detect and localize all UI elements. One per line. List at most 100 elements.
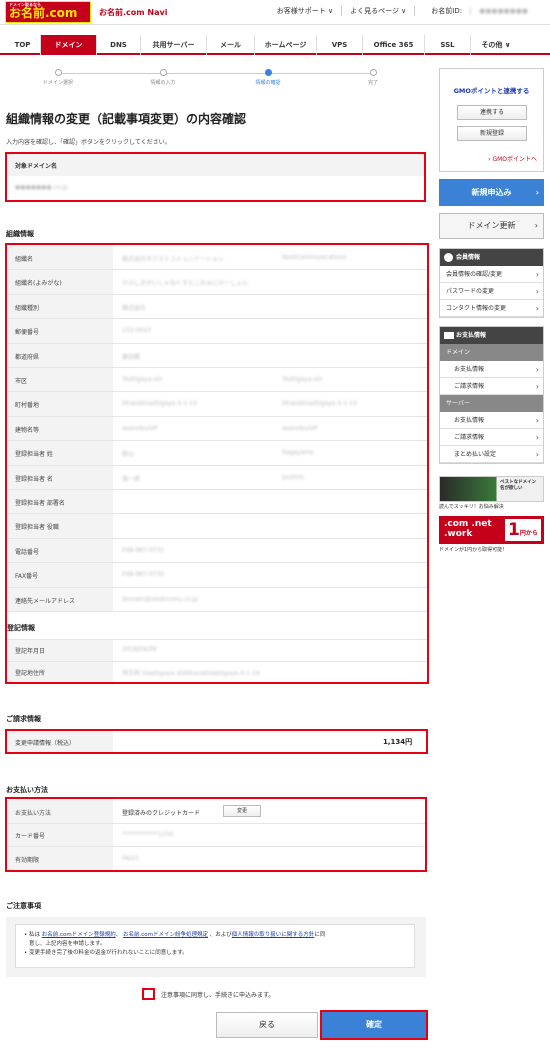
notes-content: • 私は お名前.comドメイン登録規約、 お名前.comドメイン紛争処理規定 … (15, 924, 415, 968)
user-icon (444, 253, 453, 262)
note-text: 私は (29, 932, 41, 938)
nav-vps[interactable]: VPS (317, 35, 363, 55)
notes-heading: ご注意事項 (6, 902, 41, 910)
billing-heading: ご請求情報 (6, 715, 41, 723)
gmo-link-button[interactable]: 連携する (457, 105, 527, 120)
nav-domain[interactable]: ドメイン (41, 35, 97, 55)
payment-head-label: お支払情報 (456, 332, 487, 339)
id-label: お名前ID: (431, 7, 463, 15)
billing-label: 変更申請情報（税込） (15, 740, 76, 747)
onamae-logo[interactable]: ドメイン取るなら お名前.com (5, 1, 91, 23)
expiry-value: 06/21 (122, 855, 140, 862)
note-text: 変更手続き完了後の料金の返金が行われないことに同意します。 (29, 950, 188, 956)
step-dot (264, 69, 272, 76)
nav-top[interactable]: TOP (5, 35, 41, 55)
nav-office365[interactable]: Office 365 (363, 35, 425, 55)
page-subtitle: 入力内容を確認し、「確認」ボタンをクリックしてください。 (6, 139, 171, 146)
card-number-value: ************1234 (122, 831, 174, 838)
step-dot (369, 69, 377, 76)
navi-title: お名前.com Navi (99, 8, 168, 17)
org-field-label: 電話番号 (15, 548, 40, 556)
step-label: 完了 (367, 80, 378, 86)
domain-renew-button[interactable]: ドメイン更新 › (439, 213, 544, 239)
org-field-label: 都道府県 (15, 353, 40, 361)
org-field-value: Hiranishiashigaya 4-1-14 (122, 400, 197, 408)
nav-homepage[interactable]: ホームページ (255, 35, 317, 55)
server-billing-info[interactable]: ご請求情報 (440, 429, 543, 446)
org-field-label: 登録担当者 名 (15, 475, 53, 483)
org-field-value-en: yoshiro (282, 473, 304, 481)
row-divider (7, 489, 427, 490)
domain-guide-banner[interactable]: ベストなドメイン名が欲しい (439, 476, 544, 502)
domain-payment-info[interactable]: お支払情報 (440, 361, 543, 378)
privacy-policy-link[interactable]: 個人情報の取り扱いに関する方針 (232, 932, 315, 938)
org-field-value: 東京都 (122, 353, 141, 361)
banner1-caption: 読んでスッキリ！お悩み解決 (439, 504, 504, 510)
note-terms-cont: 意し、上記内容を申請します。 (29, 941, 106, 947)
agree-checkbox[interactable] (142, 988, 155, 1000)
banner2-price: 1 (508, 520, 520, 540)
member-item-profile[interactable]: 会員情報の確認/変更 (440, 266, 543, 283)
step-1: ドメイン選択 (28, 67, 88, 86)
nav-shared-server[interactable]: 共用サーバー (141, 35, 207, 55)
gmo-point-link[interactable]: › GMOポイントへ (488, 154, 537, 163)
change-payment-button[interactable]: 変更 (223, 805, 261, 817)
card-number-label: カード番号 (15, 833, 46, 840)
org-field-label: 町村番地 (15, 402, 40, 410)
account-id: お名前ID: ●●●●●●●● (414, 6, 544, 16)
terms-link[interactable]: お名前.comドメイン登録規約 (42, 932, 116, 938)
payment-method-label: お支払い方法 (15, 810, 52, 817)
new-order-button[interactable]: 新規申込み › (439, 179, 544, 206)
step-dot (159, 69, 167, 76)
banner1-text: ベストなドメイン名が欲しい (500, 480, 537, 491)
org-heading: 組織情報 (6, 230, 34, 238)
nav-mail[interactable]: メール (207, 35, 255, 55)
payment-menu-header: お支払情報 (440, 327, 543, 344)
target-domain-label: 対象ドメイン名 (15, 163, 58, 170)
chevron-right-icon: › (534, 221, 538, 230)
card-icon (444, 332, 454, 339)
reg-field-value: 2018/04/09 (122, 646, 157, 653)
org-field-label: FAX番号 (15, 573, 39, 581)
nav-ssl[interactable]: SSL (425, 35, 471, 55)
org-field-value-en: asanobu/UP (282, 424, 318, 432)
dispute-policy-link[interactable]: お名前.comドメイン紛争処理規定 (123, 932, 208, 938)
org-field-value-en: Sagayama (282, 449, 314, 457)
back-button[interactable]: 戻る (216, 1012, 318, 1038)
gmo-register-button[interactable]: 新規登録 (457, 126, 527, 141)
member-item-contact[interactable]: コンタクト情報の変更 (440, 300, 543, 317)
gmo-point-panel: GMOポイントと連携する 連携する 新規登録 › GMOポイントへ (439, 68, 544, 172)
domain-billing-info[interactable]: ご請求情報 (440, 378, 543, 395)
row-divider (7, 537, 427, 539)
confirm-button[interactable]: 確定 (320, 1010, 428, 1040)
faq-menu[interactable]: よく見るページ ∨ (341, 6, 414, 16)
member-item-password[interactable]: パスワードの変更 (440, 283, 543, 300)
step-2: 情報の入力 (133, 67, 193, 86)
payment-heading: お支払い方法 (6, 786, 48, 794)
org-field-value: 048-967-0732 (122, 571, 165, 579)
support-menu[interactable]: お客様サポート ∨ (269, 6, 341, 16)
org-field-label: 組織名 (15, 256, 34, 263)
chevron-right-icon: › (535, 188, 539, 197)
org-field-value: 153-0043 (122, 327, 151, 335)
server-payment-info[interactable]: お支払情報 (440, 412, 543, 429)
row-divider (7, 586, 427, 588)
row-divider (7, 391, 427, 393)
org-field-value: asanobu/UP (122, 424, 158, 432)
row-divider (7, 342, 427, 344)
note-text: 、および (209, 932, 232, 938)
nav-dns[interactable]: DNS (97, 35, 141, 55)
org-field-value: かぶしきがいしゃねくすとこみゅにけーしょん (122, 280, 249, 288)
row-divider (7, 269, 427, 271)
one-yen-domain-banner[interactable]: .com .net .work 1円から (439, 516, 544, 544)
row-divider (7, 823, 425, 824)
org-field-label: 建物名等 (15, 426, 40, 434)
nav-other[interactable]: その他 ∨ (471, 35, 521, 55)
reg-field-value: 埼玉県 hiashigaya shiHiranishiashigaya 4-1-… (122, 670, 260, 677)
member-menu: 会員情報 会員情報の確認/変更 パスワードの変更 コンタクト情報の変更 (439, 248, 544, 318)
bulk-payment-setting[interactable]: まとめ払い設定 (440, 446, 543, 463)
row-divider (7, 661, 427, 662)
org-field-label: 登録担当者 役職 (15, 524, 59, 532)
target-domain-box: 対象ドメイン名 ●●●●●●●.co.jp (5, 152, 426, 202)
org-field-label: 郵便番号 (15, 329, 40, 337)
